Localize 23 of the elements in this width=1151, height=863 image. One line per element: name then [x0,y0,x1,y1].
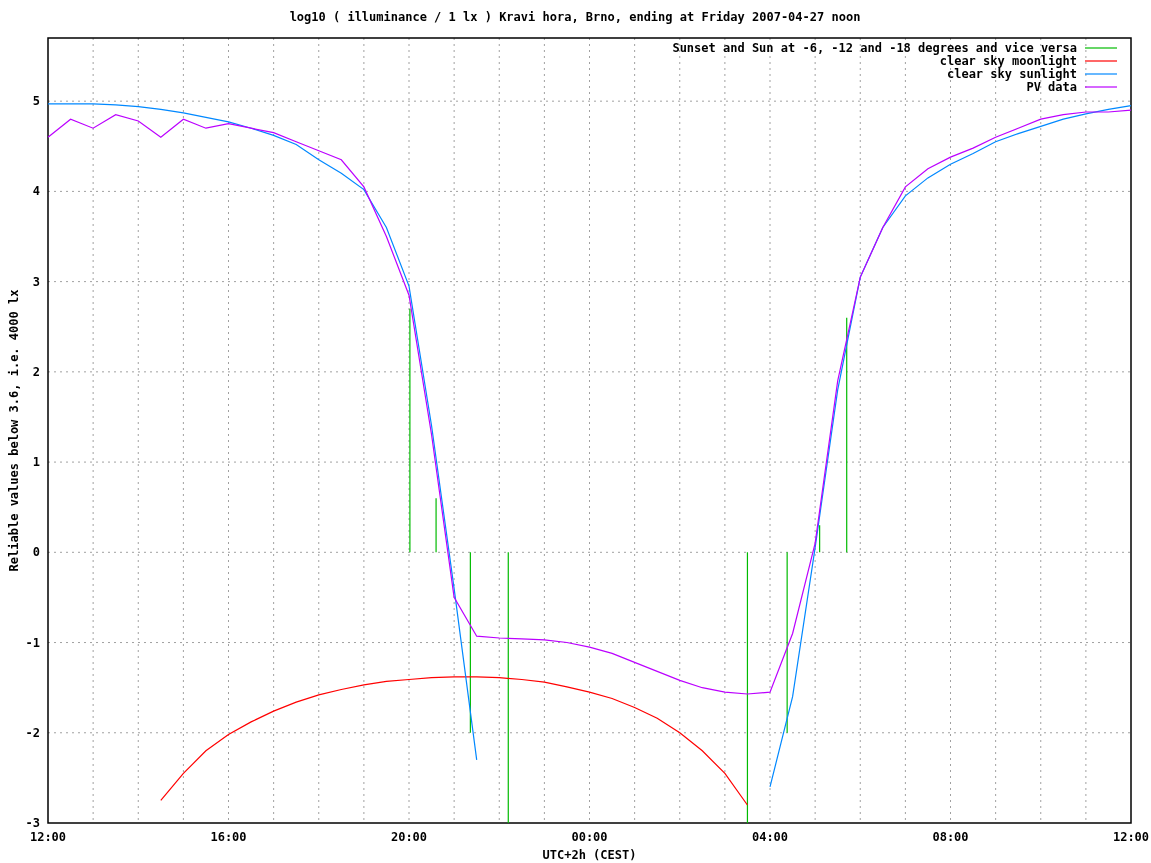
y-tick-label: -3 [25,816,40,830]
y-tick-label: 0 [32,545,40,560]
legend-label: Sunset and Sun at -6, -12 and -18 degrees and vice versa [672,41,1077,55]
legend-label: clear sky sunlight [946,67,1077,81]
y-tick-label: 4 [32,184,40,199]
y-tick-label: 5 [32,94,40,109]
legend-label: clear sky moonlight [939,54,1077,68]
y-tick-label: -1 [25,635,40,650]
y-axis-label: Reliable values below 3.6, i.e. 4000 lx [7,289,21,572]
x-tick-label: 12:00 [29,830,67,844]
y-tick-label: 3 [32,274,40,289]
x-tick-label: 08:00 [932,830,969,844]
y-tick-label: 1 [32,455,40,470]
chart-title: log10 ( illuminance / 1 lx ) Kravi hora, Brno, ending at Friday 2007-04-27 noon [289,10,861,24]
x-tick-label: 00:00 [571,830,608,844]
x-tick-label: 04:00 [751,830,789,844]
y-tick-label: 2 [32,364,40,379]
x-axis-label: UTC+2h (CEST) [542,848,637,862]
legend-label: PV data [1026,80,1077,94]
x-tick-label: 16:00 [210,830,247,844]
y-tick-label: -2 [25,725,40,740]
x-tick-label: 20:00 [390,830,428,844]
x-tick-label: 12:00 [1112,830,1150,844]
